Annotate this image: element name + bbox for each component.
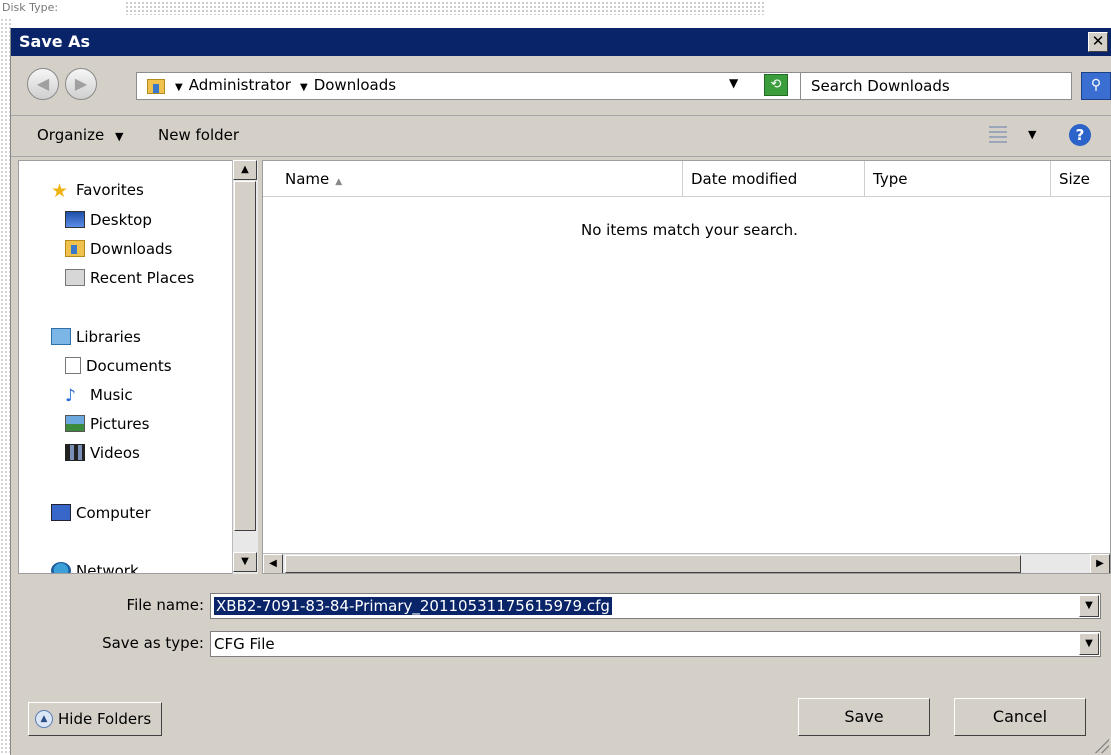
sidebar-item-videos[interactable]: Videos [65,441,140,465]
scroll-left-button[interactable]: ◀ [263,554,283,573]
sidebar-item-computer[interactable]: Computer [51,501,151,525]
breadcrumb-arrow-icon: ▼ [300,82,308,93]
music-icon: ♪ [65,385,76,406]
filename-field[interactable]: XBB2-7091-83-84-Primary_2011053117561597… [210,593,1101,619]
sidebar-item-network[interactable]: Network [51,559,139,573]
scrollbar-thumb[interactable] [234,181,256,531]
save-as-type-value: CFG File [214,635,275,653]
save-as-type-label: Save as type: [102,634,204,652]
background-disk-type-label: Disk Type: [2,1,59,14]
hide-folders-button[interactable]: ▲ Hide Folders [28,702,162,736]
sidebar-item-favorites[interactable]: ★ Favorites [51,178,144,202]
sidebar-item-downloads[interactable]: Downloads [65,237,172,261]
view-options-icon[interactable] [989,126,1007,144]
libraries-icon [51,328,71,345]
sidebar-item-music[interactable]: ♪ Music [65,383,133,407]
desktop-icon [65,211,85,228]
save-as-type-select[interactable]: CFG File ▼ [210,631,1101,657]
computer-icon [51,504,71,521]
close-button[interactable]: ✕ [1088,32,1108,52]
star-icon: ★ [51,179,69,202]
new-folder-button[interactable]: New folder [158,126,239,144]
search-icon: ⚲ [1090,77,1102,93]
command-toolbar: Organize ▼ New folder ▼ ? [11,115,1111,157]
downloads-folder-icon [65,240,85,257]
column-header-date-modified[interactable]: Date modified [683,161,865,197]
file-list-horizontal-scrollbar[interactable]: ◀ ▶ [263,553,1110,573]
sidebar-item-desktop[interactable]: Desktop [65,208,152,232]
dialog-titlebar[interactable]: Save As ✕ [11,28,1111,56]
breadcrumb-downloads[interactable]: ▼ Downloads [300,76,396,94]
back-button[interactable]: ◀ [27,68,59,100]
downloads-folder-icon [147,79,165,94]
forward-arrow-icon: ▶ [74,74,88,93]
column-header-type[interactable]: Type [865,161,1051,197]
network-icon [51,562,71,573]
scroll-right-button[interactable]: ▶ [1090,554,1110,573]
column-header-size[interactable]: Size [1051,161,1110,197]
cancel-button[interactable]: Cancel [954,698,1086,736]
navigation-pane[interactable]: ★ Favorites Desktop Downloads Recent Plac… [18,160,258,574]
collapse-up-icon: ▲ [35,709,53,728]
resize-grip-icon[interactable] [1095,739,1109,753]
documents-icon [65,357,81,374]
empty-message: No items match your search. [581,221,798,239]
organize-button[interactable]: Organize ▼ [37,126,123,144]
forward-button[interactable]: ▶ [65,68,97,100]
background-disk-type-field [125,1,765,15]
scroll-down-button[interactable]: ▼ [233,552,257,572]
filename-value[interactable]: XBB2-7091-83-84-Primary_2011053117561597… [214,597,612,615]
sidebar-item-libraries[interactable]: Libraries [51,325,141,349]
chevron-down-icon: ▼ [114,130,124,143]
file-list[interactable]: Name ▲ Date modified Type Size No items m… [262,160,1111,574]
breadcrumb-administrator[interactable]: ▼ Administrator [175,76,291,94]
sidebar-item-documents[interactable]: Documents [65,354,172,378]
refresh-icon: ⟲ [770,77,782,92]
pictures-icon [65,415,85,432]
search-input[interactable]: Search Downloads [800,72,1072,100]
dialog-title: Save As [19,32,91,51]
navigation-pane-scrollbar[interactable]: ▲ ▼ [232,160,258,574]
help-icon[interactable]: ? [1069,124,1091,146]
scroll-up-button[interactable]: ▲ [233,160,257,180]
filename-label: File name: [126,596,204,614]
sort-ascending-icon: ▲ [335,177,343,187]
sidebar-item-recent-places[interactable]: Recent Places [65,266,194,290]
horizontal-scrollbar-thumb[interactable] [285,555,1021,573]
breadcrumb-arrow-icon: ▼ [175,82,183,93]
view-dropdown-icon[interactable]: ▼ [1028,128,1036,141]
column-header-name[interactable]: Name ▲ [263,161,683,197]
videos-icon [65,444,85,461]
save-button[interactable]: Save [798,698,930,736]
recent-places-icon [65,269,85,286]
sidebar-item-pictures[interactable]: Pictures [65,412,149,436]
back-arrow-icon: ◀ [36,74,50,93]
filename-dropdown-button[interactable]: ▼ [1079,595,1099,617]
search-button[interactable]: ⚲ [1081,72,1111,100]
save-as-type-dropdown-button[interactable]: ▼ [1079,633,1099,655]
refresh-button[interactable]: ⟲ [764,74,788,96]
address-dropdown-icon[interactable]: ▼ [729,76,738,90]
address-bar[interactable]: ▼ Administrator ▼ Downloads ▼ [136,72,822,100]
